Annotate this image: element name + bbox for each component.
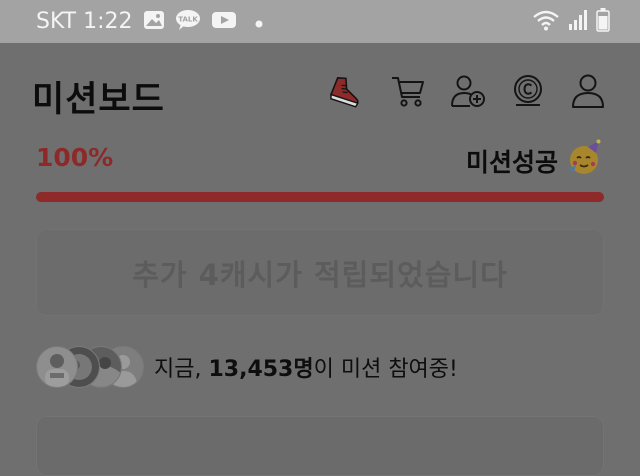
participants-text: 지금, 13,453명이 미션 참여중! xyxy=(154,351,458,383)
participants-suffix: 이 미션 참여중! xyxy=(313,357,458,382)
header-actions xyxy=(326,71,606,111)
status-right xyxy=(524,8,610,36)
progress-percent: 100% xyxy=(36,143,114,172)
reward-notice-text: 추가 4캐시가 적립되었습니다 xyxy=(132,257,508,292)
mission-status: 미션성공 xyxy=(466,139,604,183)
progress-fill xyxy=(36,192,604,202)
party-face-icon xyxy=(566,139,604,183)
wifi-icon xyxy=(532,9,560,35)
cart-icon[interactable] xyxy=(390,73,426,109)
signal-icon xyxy=(568,9,588,35)
profile-icon[interactable] xyxy=(570,73,606,109)
progress-bar xyxy=(36,192,604,202)
kakaotalk-label: TALK xyxy=(178,16,198,24)
participants-count: 13,453명 xyxy=(208,357,314,382)
participants-prefix: 지금, xyxy=(154,357,209,382)
reward-notice: 추가 4캐시가 적립되었습니다 xyxy=(36,229,604,316)
mission-status-label: 미션성공 xyxy=(465,148,558,177)
status-left: SKT 1:22 TALK xyxy=(36,8,263,36)
add-friend-icon[interactable] xyxy=(450,73,486,109)
participant-avatars xyxy=(36,346,146,388)
gallery-icon xyxy=(143,10,165,34)
notification-dot-icon xyxy=(255,13,263,32)
status-bar: SKT 1:22 TALK xyxy=(0,0,640,43)
participants-row: 지금, 13,453명이 미션 참여중! xyxy=(36,346,458,388)
battery-icon xyxy=(596,8,610,36)
carrier-time: SKT 1:22 xyxy=(36,9,133,34)
cash-icon[interactable] xyxy=(510,73,546,109)
sneaker-icon[interactable] xyxy=(326,71,366,111)
avatar xyxy=(36,346,78,388)
next-card xyxy=(36,416,604,476)
mission-board-page: 미션보드 100% 미션성공 추가 4캐시가 적립되었습니다 지금, 13,45… xyxy=(0,43,640,476)
page-title: 미션보드 xyxy=(32,80,165,120)
youtube-icon xyxy=(211,10,237,34)
kakaotalk-icon: TALK xyxy=(175,9,201,35)
